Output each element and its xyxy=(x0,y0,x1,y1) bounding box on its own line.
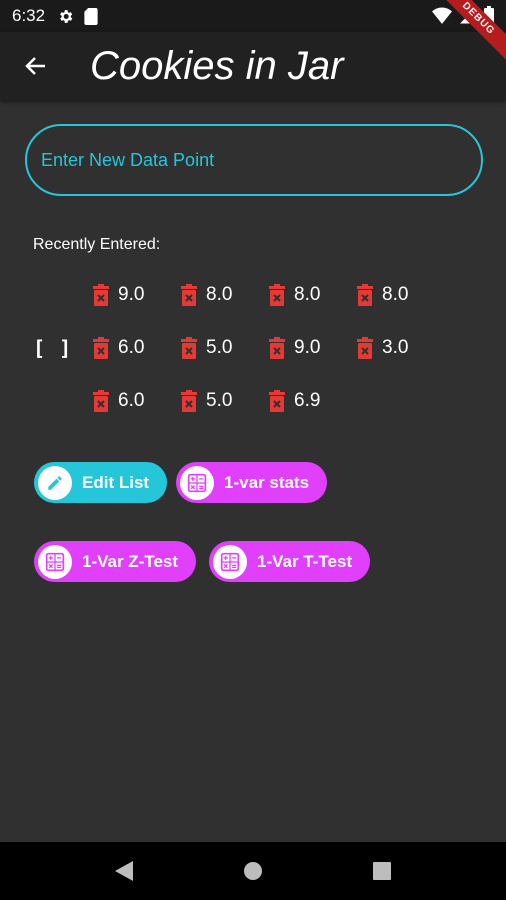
one-var-stats-button[interactable]: 1-var stats xyxy=(176,462,328,503)
list-item-value: 9.0 xyxy=(118,284,145,305)
data-point-input[interactable] xyxy=(41,149,481,171)
list-item-value: 6.0 xyxy=(118,337,145,358)
list-item[interactable]: 9.0 xyxy=(92,284,144,306)
nav-recents-button[interactable] xyxy=(373,862,391,880)
calculator-icon xyxy=(213,544,247,579)
z-test-label: 1-Var Z-Test xyxy=(82,551,179,571)
list-item[interactable]: 6.0 xyxy=(92,337,144,359)
status-left-icons xyxy=(57,7,98,25)
page-title: Cookies in Jar xyxy=(90,43,344,88)
status-time: 6:32 xyxy=(12,6,46,25)
pencil-icon xyxy=(38,465,72,500)
list-item[interactable]: 6.9 xyxy=(268,390,320,412)
list-item-value: 9.0 xyxy=(294,337,321,358)
calculator-icon xyxy=(38,544,72,579)
z-test-button[interactable]: 1-Var Z-Test xyxy=(34,541,197,582)
list-item-value: 5.0 xyxy=(206,390,233,411)
back-button[interactable] xyxy=(16,46,56,86)
list-item[interactable]: 3.0 xyxy=(356,337,408,359)
nav-home-button[interactable] xyxy=(243,861,263,881)
trash-icon[interactable] xyxy=(268,337,286,359)
list-item-value: 6.9 xyxy=(294,390,321,411)
edit-list-button[interactable]: Edit List xyxy=(34,462,168,503)
back-triangle-icon xyxy=(115,861,133,881)
screen: 6:32 DEBUG Cookies in Jar Recently Enter… xyxy=(0,0,506,900)
trash-icon[interactable] xyxy=(268,390,286,412)
list-item-value: 3.0 xyxy=(382,337,409,358)
trash-icon[interactable] xyxy=(356,284,374,306)
gear-icon xyxy=(60,9,73,23)
list-item-value: 8.0 xyxy=(382,284,409,305)
trash-icon[interactable] xyxy=(92,390,110,412)
app-bar: Cookies in Jar xyxy=(0,32,506,100)
system-nav-bar xyxy=(0,842,506,900)
home-circle-icon xyxy=(244,862,262,880)
list-item[interactable]: 8.0 xyxy=(180,284,232,306)
arrow-left-icon xyxy=(25,57,45,75)
list-item-value: 5.0 xyxy=(206,337,233,358)
sd-card-icon xyxy=(84,7,98,25)
list-item[interactable]: 5.0 xyxy=(180,390,232,412)
list-bracket: [ ] xyxy=(33,336,73,360)
list-item[interactable]: 9.0 xyxy=(268,337,320,359)
edit-list-label: Edit List xyxy=(82,472,150,492)
list-item[interactable]: 5.0 xyxy=(180,337,232,359)
trash-icon[interactable] xyxy=(180,390,198,412)
trash-icon[interactable] xyxy=(268,284,286,306)
data-point-field[interactable] xyxy=(25,124,483,196)
status-bar: 6:32 xyxy=(0,0,506,32)
list-item-value: 8.0 xyxy=(206,284,233,305)
recently-entered-label: Recently Entered: xyxy=(33,236,161,253)
t-test-button[interactable]: 1-Var T-Test xyxy=(209,541,371,582)
list-item-value: 6.0 xyxy=(118,390,145,411)
nav-back-button[interactable] xyxy=(115,861,133,881)
one-var-stats-label: 1-var stats xyxy=(224,472,310,492)
calculator-icon xyxy=(180,465,214,500)
wifi-icon xyxy=(432,7,452,24)
list-item-value: 8.0 xyxy=(294,284,321,305)
trash-icon[interactable] xyxy=(356,337,374,359)
recents-square-icon xyxy=(373,862,391,880)
list-item[interactable]: 8.0 xyxy=(356,284,408,306)
trash-icon[interactable] xyxy=(92,284,110,306)
trash-icon[interactable] xyxy=(180,284,198,306)
list-item[interactable]: 8.0 xyxy=(268,284,320,306)
list-item[interactable]: 6.0 xyxy=(92,390,144,412)
trash-icon[interactable] xyxy=(92,337,110,359)
trash-icon[interactable] xyxy=(180,337,198,359)
t-test-label: 1-Var T-Test xyxy=(257,551,353,571)
